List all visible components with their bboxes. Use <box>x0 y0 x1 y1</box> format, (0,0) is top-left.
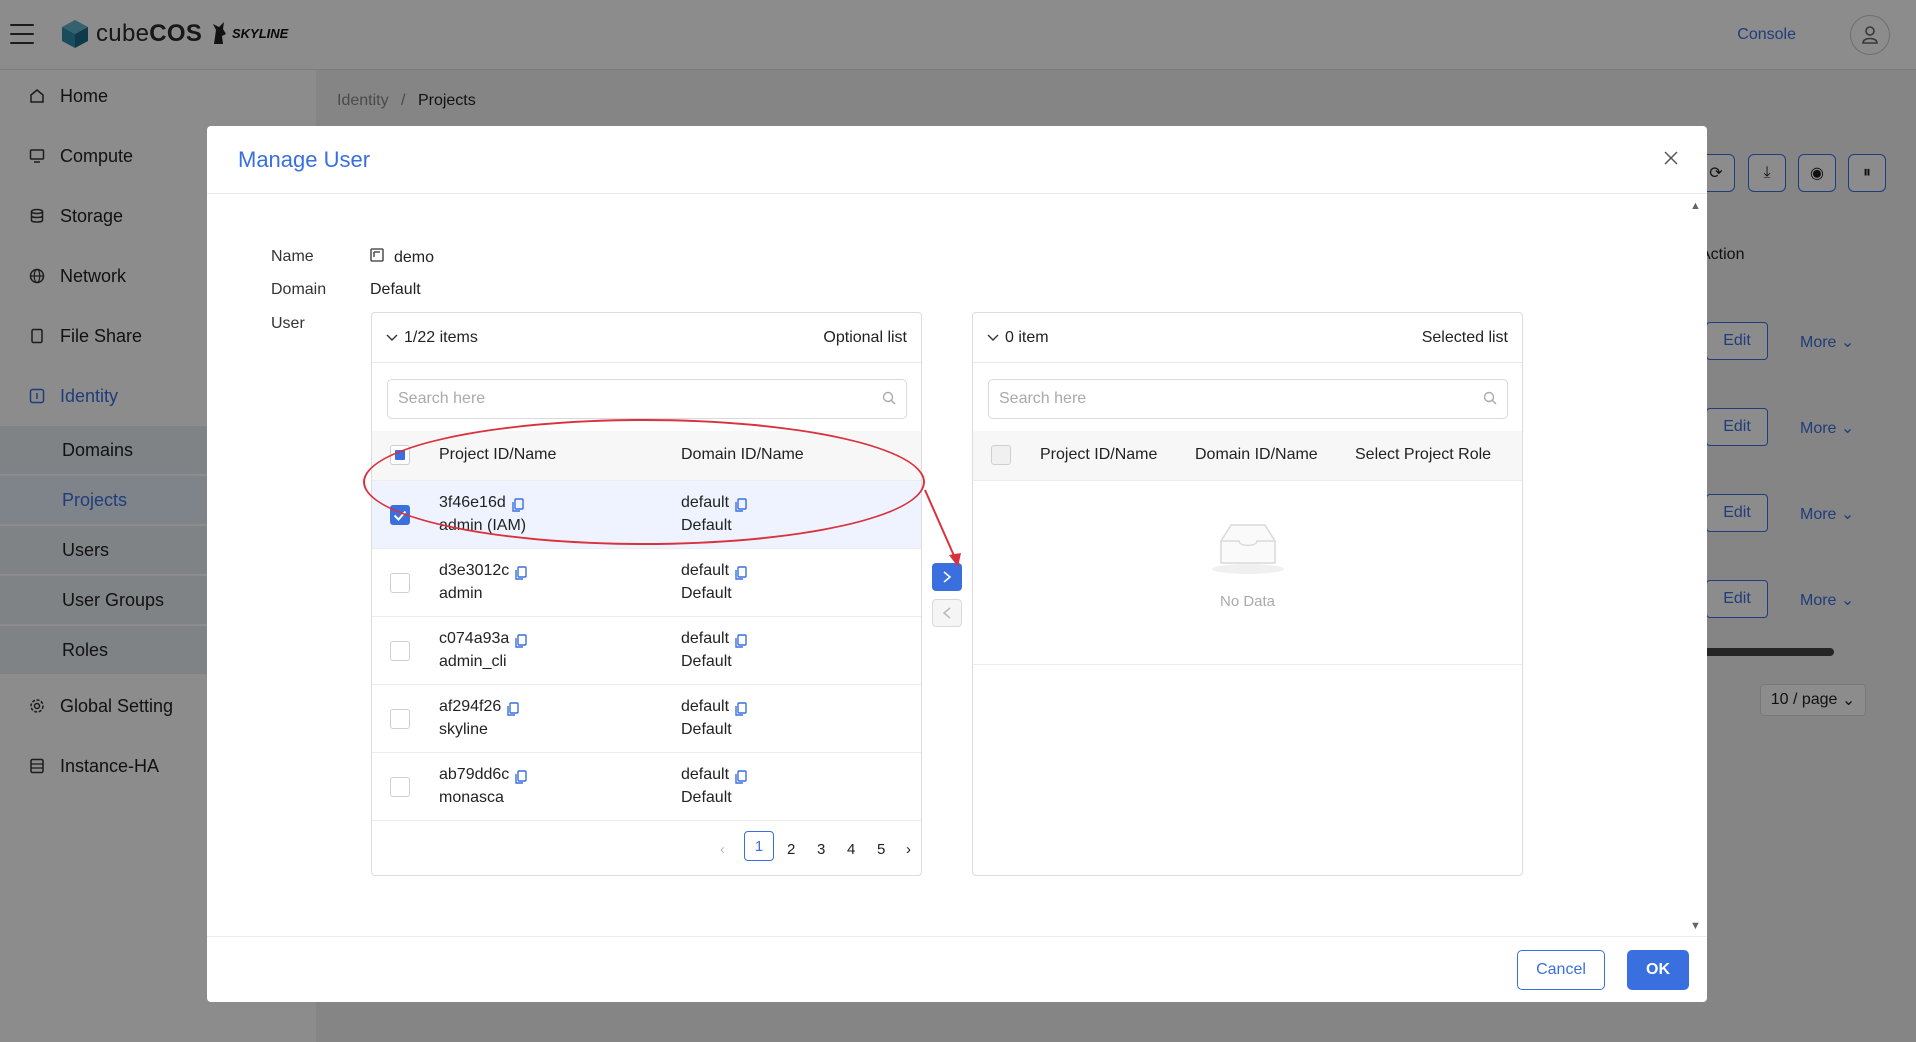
search-placeholder: Search here <box>999 390 1087 407</box>
col-project: Project ID/Name <box>439 446 557 463</box>
inbox-empty-icon <box>1212 524 1284 574</box>
chevron-left-icon <box>942 607 951 619</box>
close-icon[interactable] <box>1659 146 1683 170</box>
copy-icon[interactable] <box>515 768 527 784</box>
select-all-checkbox[interactable] <box>991 445 1011 465</box>
page-2[interactable]: 2 <box>787 841 795 858</box>
project-id: af294f26 <box>439 698 502 715</box>
domain-id: default <box>681 698 730 715</box>
name-value: demo <box>370 248 434 267</box>
select-all-dropdown[interactable]: 0 item <box>987 329 1049 347</box>
domain-name: Default <box>681 789 732 806</box>
name-text: demo <box>394 248 435 266</box>
row-checkbox[interactable] <box>390 641 410 661</box>
project-name: admin_cli <box>439 653 507 670</box>
project-name: monasca <box>439 789 504 806</box>
next-page-icon[interactable]: › <box>906 841 911 858</box>
copy-icon[interactable] <box>515 564 527 580</box>
panel-kind-label: Selected list <box>1421 329 1508 346</box>
page-5[interactable]: 5 <box>877 841 885 858</box>
manage-user-modal: Manage User ▲ ▼ Name demo Domain Default… <box>207 126 1707 1002</box>
search-icon[interactable] <box>1483 391 1497 410</box>
table-row[interactable]: af294f26 skyline default Default <box>372 685 921 753</box>
move-to-selected-button[interactable] <box>932 563 962 591</box>
col-domain: Domain ID/Name <box>1195 446 1318 463</box>
copy-icon[interactable] <box>735 700 747 716</box>
search-icon[interactable] <box>882 391 896 410</box>
col-project: Project ID/Name <box>1040 446 1158 463</box>
panel-header: 1/22 items Optional list <box>372 313 921 363</box>
domain-label: Domain <box>271 281 327 298</box>
project-name: skyline <box>439 721 488 738</box>
col-domain: Domain ID/Name <box>681 446 804 463</box>
search-input[interactable]: Search here <box>387 379 907 419</box>
scroll-up-icon[interactable]: ▲ <box>1690 200 1701 212</box>
modal-title: Manage User <box>238 147 371 172</box>
copy-icon[interactable] <box>515 632 527 648</box>
optional-list-panel: 1/22 items Optional list Search here Pro… <box>371 312 922 876</box>
row-checkbox[interactable] <box>390 573 410 593</box>
domain-name: Default <box>681 721 732 738</box>
user-card-icon <box>370 248 384 267</box>
project-name: admin <box>439 585 483 602</box>
row-checkbox[interactable] <box>390 709 410 729</box>
project-id: c074a93a <box>439 630 510 647</box>
row-checkbox[interactable] <box>390 777 410 797</box>
select-all-checkbox[interactable] <box>390 445 410 465</box>
table-header: Project ID/Name Domain ID/Name Select Pr… <box>973 431 1522 481</box>
page-3[interactable]: 3 <box>817 841 825 858</box>
table-header: Project ID/Name Domain ID/Name <box>372 431 921 481</box>
project-id: ab79dd6c <box>439 766 510 783</box>
cancel-button[interactable]: Cancel <box>1517 950 1605 990</box>
domain-id: default <box>681 630 730 647</box>
panel-kind-label: Optional list <box>823 329 907 346</box>
copy-icon[interactable] <box>512 496 524 512</box>
table-row[interactable]: ab79dd6c monasca default Default <box>372 753 921 821</box>
project-name: admin (IAM) <box>439 517 527 534</box>
copy-icon[interactable] <box>735 768 747 784</box>
col-role: Select Project Role <box>1355 446 1492 463</box>
search-input[interactable]: Search here <box>988 379 1508 419</box>
copy-icon[interactable] <box>735 632 747 648</box>
chevron-right-icon <box>943 571 952 583</box>
copy-icon[interactable] <box>735 564 747 580</box>
name-label: Name <box>271 248 314 265</box>
table-row[interactable]: d3e3012c admin default Default <box>372 549 921 617</box>
panel-header: 0 item Selected list <box>973 313 1522 363</box>
copy-icon[interactable] <box>507 700 519 716</box>
domain-id: default <box>681 562 730 579</box>
project-id: 3f46e16d <box>439 494 506 511</box>
select-all-dropdown[interactable]: 1/22 items <box>386 329 478 347</box>
scroll-down-icon[interactable]: ▼ <box>1690 920 1701 932</box>
user-label: User <box>271 315 305 332</box>
domain-name: Default <box>681 653 732 670</box>
modal-footer <box>207 936 1707 1002</box>
table-row[interactable]: c074a93a admin_cli default Default <box>372 617 921 685</box>
chevron-down-icon <box>386 329 398 347</box>
chevron-down-icon <box>987 329 999 347</box>
item-count: 0 item <box>1005 329 1049 346</box>
ok-button[interactable]: OK <box>1627 950 1689 990</box>
domain-name: Default <box>681 517 732 534</box>
domain-id: default <box>681 494 730 511</box>
domain-value: Default <box>370 281 421 298</box>
page-1[interactable]: 1 <box>744 831 774 861</box>
item-count: 1/22 items <box>404 329 478 346</box>
selected-list-panel: 0 item Selected list Search here Project… <box>972 312 1523 876</box>
annotation-arrow-icon <box>924 489 961 567</box>
empty-state: No Data <box>973 481 1522 665</box>
row-checkbox[interactable] <box>390 505 410 525</box>
table-row[interactable]: 3f46e16d admin (IAM) default Default <box>372 481 921 549</box>
empty-text: No Data <box>1219 593 1276 610</box>
modal-header: Manage User <box>207 126 1707 194</box>
project-id: d3e3012c <box>439 562 510 579</box>
search-placeholder: Search here <box>398 390 486 407</box>
copy-icon[interactable] <box>735 496 747 512</box>
domain-name: Default <box>681 585 732 602</box>
page-4[interactable]: 4 <box>847 841 855 858</box>
domain-id: default <box>681 766 730 783</box>
move-to-optional-button[interactable] <box>932 599 962 627</box>
prev-page-icon[interactable]: ‹ <box>720 841 725 858</box>
